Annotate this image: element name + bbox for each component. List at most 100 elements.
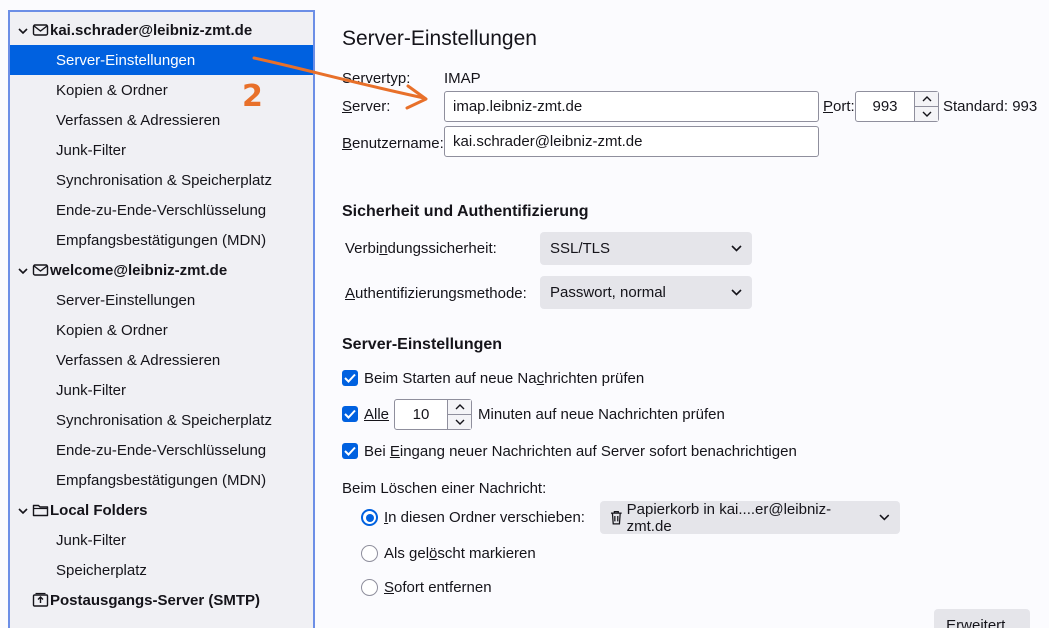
remove-now-label: Sofort entfernen <box>384 579 492 596</box>
folder-icon <box>32 502 49 518</box>
check-on-startup-label: Beim Starten auf neue Nachrichten prüfen <box>364 370 645 387</box>
chevron-down-icon <box>922 111 931 117</box>
sidebar-item[interactable]: Synchronisation & Speicherplatz <box>10 405 313 435</box>
sidebar-item[interactable]: Synchronisation & Speicherplatz <box>10 165 313 195</box>
sidebar-item-label: Verfassen & Adressieren <box>56 111 221 129</box>
sidebar-item-label: Synchronisation & Speicherplatz <box>56 171 272 189</box>
sidebar-item-selected[interactable]: Server-Einstellungen <box>10 45 313 75</box>
sidebar-item-label: Verfassen & Adressieren <box>56 351 221 369</box>
chevron-down-icon <box>879 514 890 521</box>
mail-icon <box>32 262 49 278</box>
sidebar-item-label: Speicherplatz <box>56 561 147 579</box>
remove-now-radio[interactable] <box>361 579 378 596</box>
trash-icon <box>610 511 622 525</box>
sidebar-item[interactable]: Ende-zu-Ende-Verschlüsselung <box>10 435 313 465</box>
sidebar-item[interactable]: Junk-Filter <box>10 375 313 405</box>
sidebar-item-label: Empfangsbestätigungen (MDN) <box>56 231 267 249</box>
sidebar-account-label: Local Folders <box>50 501 148 519</box>
port-increment-button[interactable] <box>915 92 938 106</box>
checkmark-icon <box>344 446 356 456</box>
connection-security-select[interactable]: SSL/TLS <box>540 232 752 265</box>
sidebar-account-row[interactable]: kai.schrader@leibniz-zmt.de <box>10 15 313 45</box>
notify-new-checkbox[interactable] <box>342 443 358 459</box>
chevron-down-icon <box>731 289 742 296</box>
sidebar-item-label: Kopien & Ordner <box>56 81 168 99</box>
sidebar-item[interactable]: Speicherplatz <box>10 555 313 585</box>
chevron-down-icon[interactable] <box>17 24 29 36</box>
sidebar-item[interactable]: Empfangsbestätigungen (MDN) <box>10 465 313 495</box>
port-value: 993 <box>872 98 898 115</box>
sidebar-item-label: Junk-Filter <box>56 141 127 159</box>
sidebar-item-label: Server-Einstellungen <box>56 291 196 309</box>
chevron-down-icon <box>731 245 742 252</box>
page-title: Server-Einstellungen <box>342 27 537 50</box>
connection-security-value: SSL/TLS <box>550 240 611 257</box>
sidebar-item-label: Kopien & Ordner <box>56 321 168 339</box>
sidebar-item[interactable]: Verfassen & Adressieren <box>10 345 313 375</box>
server-input[interactable]: imap.leibniz-zmt.de <box>444 91 819 122</box>
trash-folder-value: Papierkorb in kai....er@leibniz-zmt.de <box>626 500 832 535</box>
server-type-value: IMAP <box>444 70 481 87</box>
sidebar-account-label: kai.schrader@leibniz-zmt.de <box>50 21 253 39</box>
port-decrement-button[interactable] <box>915 106 938 121</box>
security-heading: Sicherheit und Authentifizierung <box>342 203 589 220</box>
check-interval-value: 10 <box>412 406 430 423</box>
check-interval-stepper[interactable]: 10 <box>394 399 472 430</box>
interval-decrement-button[interactable] <box>448 414 471 429</box>
sidebar-item-label: Junk-Filter <box>56 531 127 549</box>
check-every-label: Alle <box>364 406 390 423</box>
sidebar-item[interactable]: Junk-Filter <box>10 135 313 165</box>
chevron-up-icon <box>922 96 931 102</box>
sidebar-item[interactable]: Kopien & Ordner <box>10 315 313 345</box>
server-type-label: Servertyp: <box>342 70 411 87</box>
sidebar-item-label: Junk-Filter <box>56 381 127 399</box>
auth-method-label: Authentifizierungsmethode: <box>345 285 527 302</box>
sidebar-item-label: Server-Einstellungen <box>56 51 196 69</box>
notify-new-label: Bei Eingang neuer Nachrichten auf Server… <box>364 443 797 460</box>
sidebar-account-label: Postausgangs-Server (SMTP) <box>50 591 261 609</box>
mark-deleted-label: Als gelöscht markieren <box>384 545 536 562</box>
sidebar-item[interactable]: Ende-zu-Ende-Verschlüsselung <box>10 195 313 225</box>
check-every-checkbox[interactable] <box>342 406 358 422</box>
port-label: Port: <box>823 98 855 115</box>
trash-folder-select[interactable]: Papierkorb in kai....er@leibniz-zmt.de <box>600 500 900 535</box>
sidebar-item[interactable]: Junk-Filter <box>10 525 313 555</box>
server-settings-panel: Server-Einstellungen Servertyp: IMAP Ser… <box>342 0 1049 628</box>
move-to-folder-radio[interactable] <box>361 509 378 526</box>
sidebar-account-label: welcome@leibniz-zmt.de <box>50 261 228 279</box>
sidebar-item-label: Ende-zu-Ende-Verschlüsselung <box>56 201 267 219</box>
sidebar-item[interactable]: Kopien & Ordner <box>10 75 313 105</box>
chevron-up-icon <box>455 404 464 410</box>
chevron-down-icon <box>455 419 464 425</box>
mark-deleted-radio[interactable] <box>361 545 378 562</box>
outbox-icon <box>32 592 49 608</box>
sidebar-item[interactable]: Server-Einstellungen <box>10 285 313 315</box>
port-default-label: Standard: 993 <box>943 98 1038 115</box>
delete-heading: Beim Löschen einer Nachricht: <box>342 480 547 497</box>
move-to-folder-label: In diesen Ordner verschieben: <box>384 509 585 526</box>
server-label: Server: <box>342 98 391 115</box>
account-tree-sidebar: kai.schrader@leibniz-zmt.de Server-Einste… <box>8 10 315 628</box>
chevron-down-icon[interactable] <box>17 264 29 276</box>
sidebar-item-label: Ende-zu-Ende-Verschlüsselung <box>56 441 267 459</box>
username-label: Benutzername: <box>342 135 444 152</box>
chevron-down-icon[interactable] <box>17 504 29 516</box>
check-on-startup-checkbox[interactable] <box>342 370 358 386</box>
advanced-button[interactable]: Erweitert... <box>934 609 1030 628</box>
username-input[interactable]: kai.schrader@leibniz-zmt.de <box>444 126 819 157</box>
sidebar-item-label: Synchronisation & Speicherplatz <box>56 411 272 429</box>
port-stepper[interactable]: 993 <box>855 91 939 122</box>
auth-method-select[interactable]: Passwort, normal <box>540 276 752 309</box>
sidebar-item-label: Empfangsbestätigungen (MDN) <box>56 471 267 489</box>
check-every-suffix: Minuten auf neue Nachrichten prüfen <box>478 406 725 423</box>
mail-icon <box>32 22 49 38</box>
sidebar-item[interactable]: Verfassen & Adressieren <box>10 105 313 135</box>
sidebar-account-row[interactable]: Postausgangs-Server (SMTP) <box>10 585 313 615</box>
sidebar-item[interactable]: Empfangsbestätigungen (MDN) <box>10 225 313 255</box>
sidebar-account-row[interactable]: welcome@leibniz-zmt.de <box>10 255 313 285</box>
checkmark-icon <box>344 409 356 419</box>
connection-security-label: Verbindungssicherheit: <box>345 240 497 257</box>
auth-method-value: Passwort, normal <box>550 284 666 301</box>
sidebar-account-row[interactable]: Local Folders <box>10 495 313 525</box>
interval-increment-button[interactable] <box>448 400 471 414</box>
